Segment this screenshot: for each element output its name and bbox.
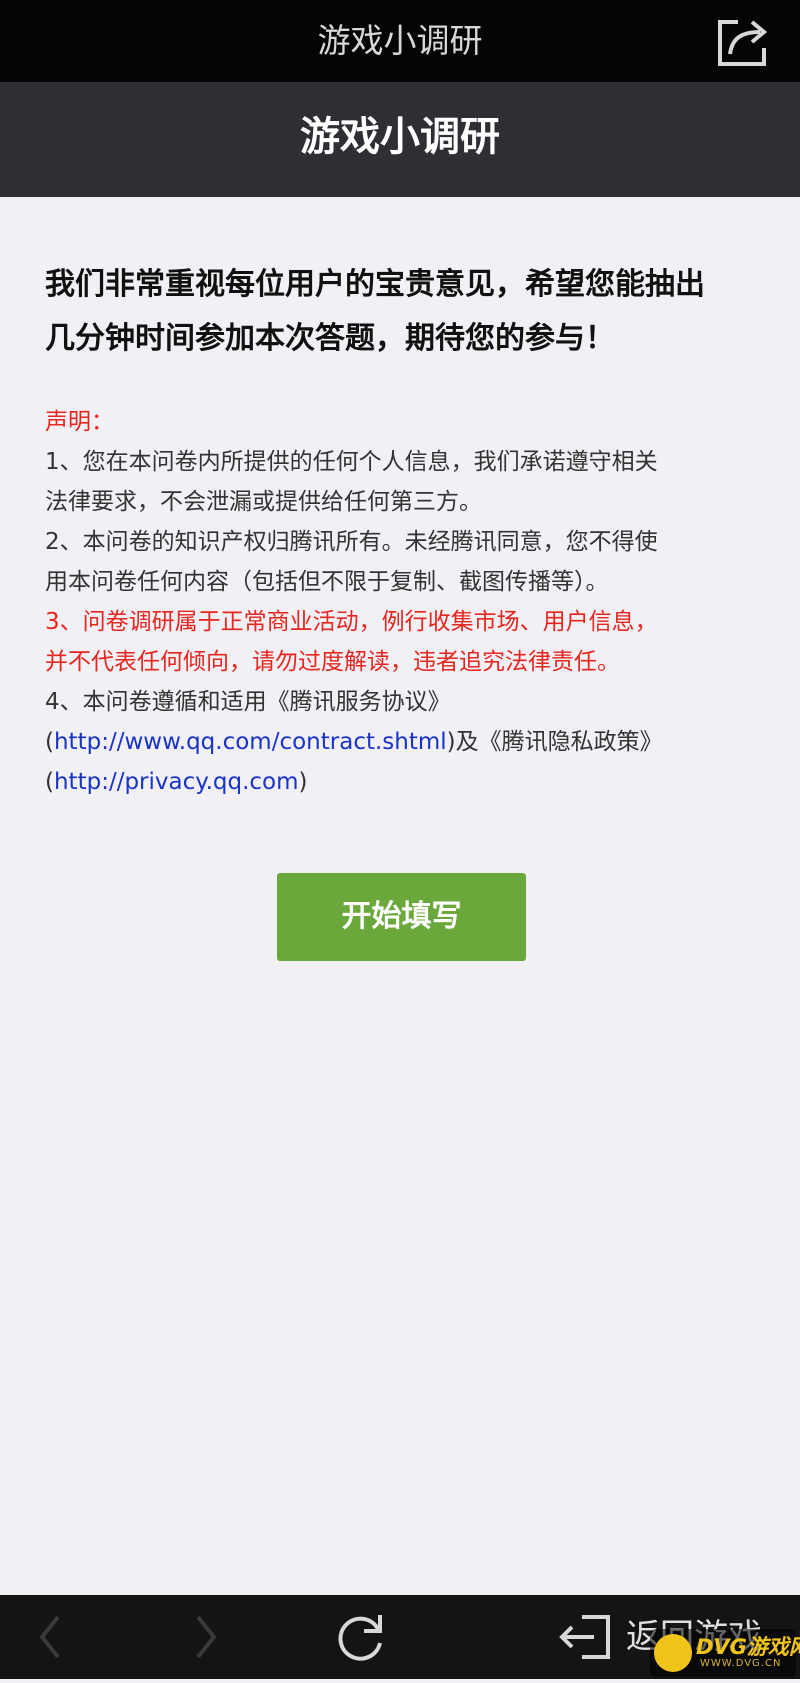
paren-close-2: ) <box>298 769 308 795</box>
declaration-item-4-line-3: (http://privacy.qq.com) <box>45 762 765 802</box>
gamepad-icon <box>654 1634 692 1672</box>
chevron-right-icon[interactable] <box>186 1595 226 1679</box>
refresh-icon[interactable] <box>334 1595 390 1679</box>
watermark-subtext: WWW.DVG.CN <box>700 1658 782 1669</box>
declaration-item-1-line-1: 1、您在本问卷内所提供的任何个人信息，我们承诺遵守相关 <box>45 449 658 475</box>
paren-open-1: ( <box>45 729 54 755</box>
intro-line-2: 几分钟时间参加本次答题，期待您的参与！ <box>45 321 615 356</box>
paren-open-2: ( <box>45 769 54 795</box>
contract-link[interactable]: http://www.qq.com/contract.shtml <box>54 729 447 755</box>
page-header: 游戏小调研 <box>0 82 800 197</box>
page-title: 游戏小调研 <box>300 114 500 160</box>
chevron-left-icon[interactable] <box>30 1595 70 1679</box>
privacy-policy-title: )及《腾讯隐私政策》 <box>446 729 663 755</box>
exit-icon <box>559 1615 610 1659</box>
watermark-logo: DVG游戏网 WWW.DVG.CN <box>650 1629 800 1677</box>
declaration-item-3-line-1: 3、问卷调研属于正常商业活动，例行收集市场、用户信息， <box>45 609 658 635</box>
declaration-item-4-line-2: (http://www.qq.com/contract.shtml)及《腾讯隐私… <box>45 722 765 762</box>
intro-line-1: 我们非常重视每位用户的宝贵意见，希望您能抽出 <box>45 267 705 302</box>
declaration-item-4-line-1: 4、本问卷遵循和适用《腾讯服务协议》 <box>45 689 451 715</box>
survey-intro: 我们非常重视每位用户的宝贵意见，希望您能抽出 几分钟时间参加本次答题，期待您的参… <box>45 258 765 802</box>
start-survey-button[interactable]: 开始填写 <box>277 873 526 961</box>
intro-text: 我们非常重视每位用户的宝贵意见，希望您能抽出 几分钟时间参加本次答题，期待您的参… <box>45 258 765 366</box>
declaration-heading: 声明： <box>45 409 114 435</box>
share-icon[interactable] <box>716 14 772 68</box>
declaration: 声明： 1、您在本问卷内所提供的任何个人信息，我们承诺遵守相关 法律要求，不会泄… <box>45 402 765 802</box>
declaration-item-3-line-2: 并不代表任何倾向，请勿过度解读，违者追究法律责任。 <box>45 649 620 675</box>
app-bar: 游戏小调研 <box>0 0 800 82</box>
declaration-item-2-line-1: 2、本问卷的知识产权归腾讯所有。未经腾讯同意，您不得使 <box>45 529 658 555</box>
declaration-item-1-line-2: 法律要求，不会泄漏或提供给任何第三方。 <box>45 489 482 515</box>
privacy-link[interactable]: http://privacy.qq.com <box>54 769 299 795</box>
watermark-text: DVG游戏网 <box>696 1635 800 1659</box>
declaration-item-2-line-2: 用本问卷任何内容（包括但不限于复制、截图传播等）。 <box>45 569 609 595</box>
app-bar-title: 游戏小调研 <box>317 21 483 60</box>
